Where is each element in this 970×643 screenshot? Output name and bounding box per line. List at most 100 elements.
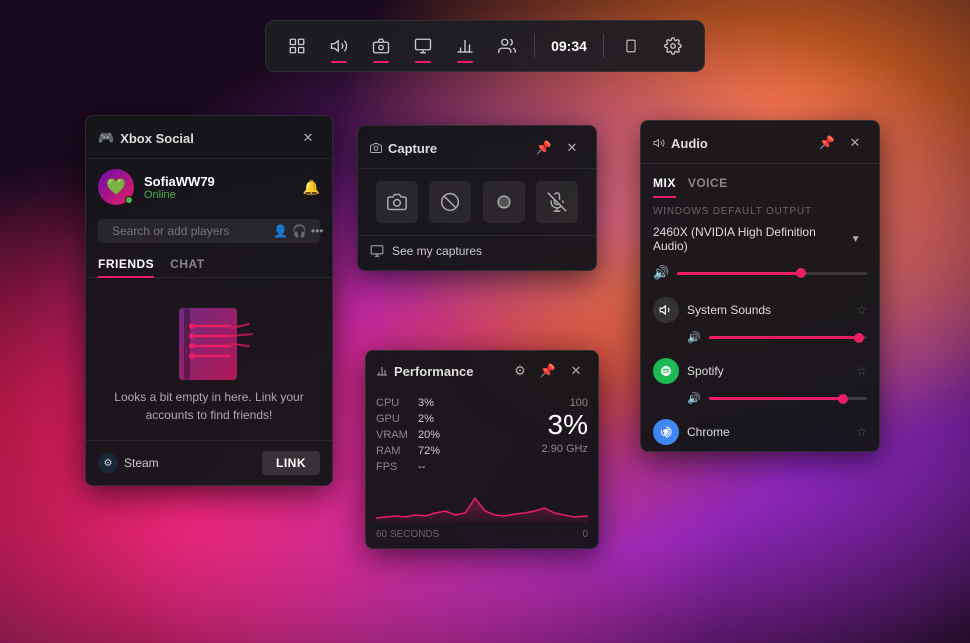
audio-tabs-row: MIX VOICE <box>641 164 879 198</box>
chrome-star[interactable]: ☆ <box>856 425 867 439</box>
xbox-tab-chat[interactable]: CHAT <box>170 251 204 277</box>
capture-panel-actions: 📌 ✕ <box>532 136 584 160</box>
system-sounds-thumb[interactable] <box>854 333 864 343</box>
spotify-row: Spotify ☆ <box>641 352 879 390</box>
party-icon[interactable] <box>278 27 316 65</box>
master-volume-slider[interactable] <box>677 272 867 275</box>
headset-icon[interactable]: 🎧 <box>292 224 307 238</box>
people-icon[interactable] <box>488 27 526 65</box>
master-volume-thumb[interactable] <box>796 268 806 278</box>
perf-chart <box>376 483 588 523</box>
settings-icon[interactable] <box>654 27 692 65</box>
chart-icon[interactable] <box>446 27 484 65</box>
system-sounds-slider[interactable] <box>709 336 867 339</box>
xbox-empty-message: Looks a bit empty in here. Link your acc… <box>98 388 320 424</box>
topbar: 09:34 <box>265 20 705 72</box>
xbox-username: SofiaWW79 <box>144 174 215 189</box>
spotify-fill <box>709 397 844 400</box>
audio-device-expand[interactable]: ▼ <box>844 227 867 251</box>
mobile-icon[interactable] <box>612 27 650 65</box>
system-sounds-row: System Sounds ☆ <box>641 291 879 329</box>
gpu-label: GPU <box>376 413 414 425</box>
capture-buttons-row <box>358 169 596 235</box>
xbox-title-text: Xbox Social <box>120 131 194 146</box>
performance-icon <box>376 365 388 377</box>
spotify-icon <box>653 358 679 384</box>
topbar-time: 09:34 <box>543 38 595 54</box>
mic-off-button[interactable] <box>536 181 578 223</box>
audio-title-text: Audio <box>671 136 708 151</box>
chrome-name: Chrome <box>687 425 848 439</box>
fps-stat: FPS -- <box>376 459 534 475</box>
capture-pin-button[interactable]: 📌 <box>532 136 556 160</box>
record-button[interactable] <box>483 181 525 223</box>
see-captures-link[interactable]: See my captures <box>358 235 596 270</box>
perf-percentage: 3% <box>548 411 588 439</box>
fps-label: FPS <box>376 461 414 473</box>
system-sounds-star[interactable]: ☆ <box>856 303 867 317</box>
divider2 <box>603 34 604 58</box>
audio-tab-voice[interactable]: VOICE <box>688 172 728 198</box>
audio-pin-button[interactable]: 📌 <box>815 131 839 155</box>
capture-title-text: Capture <box>388 141 437 156</box>
vram-value: 20% <box>418 429 440 441</box>
ram-value: 72% <box>418 445 440 457</box>
vram-stat: VRAM 20% <box>376 427 534 443</box>
cpu-label: CPU <box>376 397 414 409</box>
performance-footer: 60 SECONDS 0 <box>366 527 598 548</box>
audio-panel: Audio 📌 ✕ MIX VOICE WINDOWS DEFAULT OUTP… <box>640 120 880 452</box>
perf-pin-button[interactable]: 📌 <box>536 359 560 383</box>
xbox-tab-friends[interactable]: FRIENDS <box>98 251 154 277</box>
ram-stat: RAM 72% <box>376 443 534 459</box>
add-person-icon[interactable]: 👤 <box>273 224 288 238</box>
xbox-close-button[interactable]: ✕ <box>296 126 320 150</box>
fps-value: -- <box>418 461 425 473</box>
more-icon[interactable]: ••• <box>311 224 324 238</box>
xbox-user-row: 💚 SofiaWW79 Online 🔔 <box>86 159 332 215</box>
capture-close-button[interactable]: ✕ <box>560 136 584 160</box>
system-sounds-vol-icon: 🔊 <box>687 331 701 344</box>
audio-tab-mix[interactable]: MIX <box>653 172 676 198</box>
notification-bell-icon[interactable]: 🔔 <box>303 179 320 196</box>
xbox-status: Online <box>144 189 215 201</box>
xbox-icon: 🎮 <box>98 130 114 146</box>
search-input[interactable] <box>112 224 267 238</box>
audio-panel-actions: 📌 ✕ <box>815 131 867 155</box>
audio-close-button[interactable]: ✕ <box>843 131 867 155</box>
link-button[interactable]: LINK <box>262 451 320 475</box>
master-volume-fill <box>677 272 800 275</box>
performance-header: Performance ⚙ 📌 ✕ <box>366 351 598 391</box>
steam-icon: ⚙ <box>98 453 118 473</box>
perf-stats-list: CPU 3% GPU 2% VRAM 20% RAM 72% FPS -- <box>376 395 534 475</box>
gpu-stat: GPU 2% <box>376 411 534 427</box>
no-capture-button[interactable] <box>429 181 471 223</box>
capture-icon[interactable] <box>362 27 400 65</box>
xbox-search-bar: 👤 🎧 ••• <box>98 219 320 243</box>
monitor-icon <box>370 244 384 258</box>
perf-max-label: 100 <box>570 397 588 409</box>
capture-title-icon <box>370 142 382 154</box>
capture-panel-header: Capture 📌 ✕ <box>358 126 596 169</box>
screenshot-button[interactable] <box>376 181 418 223</box>
performance-panel: Performance ⚙ 📌 ✕ CPU 3% GPU 2% VRAM 20%… <box>365 350 599 549</box>
spotify-name: Spotify <box>687 364 848 378</box>
steam-label: Steam <box>124 456 159 470</box>
divider <box>534 34 535 58</box>
display-icon[interactable] <box>404 27 442 65</box>
spotify-slider[interactable] <box>709 397 867 400</box>
system-sounds-fill <box>709 336 859 339</box>
system-sounds-icon <box>653 297 679 323</box>
xbox-footer: ⚙ Steam LINK <box>86 440 332 485</box>
perf-settings-button[interactable]: ⚙ <box>508 359 532 383</box>
audio-device-name: 2460X (NVIDIA High Definition Audio) <box>653 225 844 253</box>
spotify-star[interactable]: ☆ <box>856 364 867 378</box>
volume-icon[interactable] <box>320 27 358 65</box>
audio-title: Audio <box>653 136 708 151</box>
steam-row: ⚙ Steam <box>98 453 159 473</box>
spotify-thumb[interactable] <box>838 394 848 404</box>
perf-time-label: 60 SECONDS <box>376 529 439 540</box>
audio-title-icon <box>653 137 665 149</box>
perf-close-button[interactable]: ✕ <box>564 359 588 383</box>
performance-actions: ⚙ 📌 ✕ <box>508 359 588 383</box>
system-sounds-slider-row: 🔊 <box>641 329 879 352</box>
